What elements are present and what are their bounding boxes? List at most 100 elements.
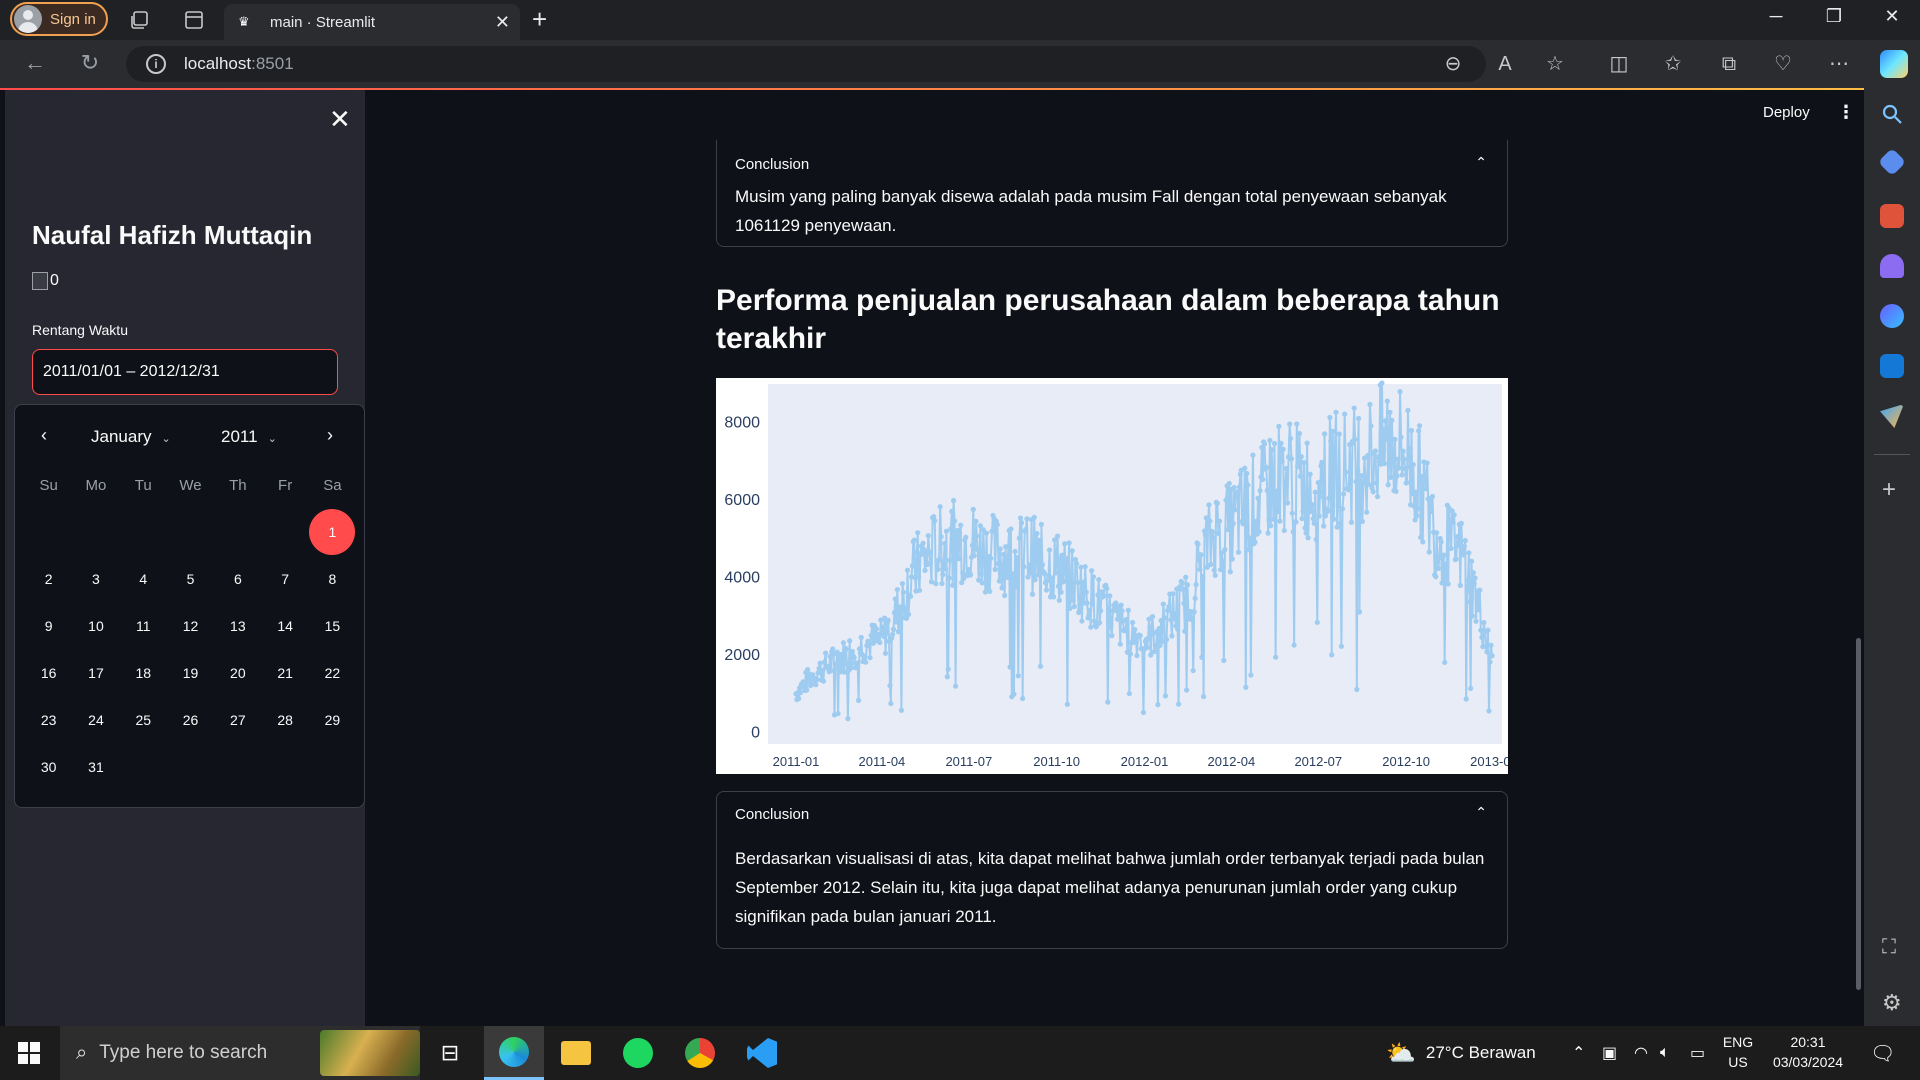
shopping-tag-icon[interactable]: [1877, 147, 1907, 177]
calendar-day[interactable]: 21: [261, 650, 308, 697]
calendar-day[interactable]: 23: [25, 697, 72, 744]
chevron-up-icon[interactable]: ⌃: [1475, 804, 1487, 821]
calendar-day[interactable]: 4: [120, 556, 167, 603]
data-point: [1402, 466, 1408, 472]
battery-icon[interactable]: ▭: [1690, 1026, 1705, 1080]
prev-month-icon[interactable]: ‹: [41, 425, 47, 446]
calendar-day[interactable]: 26: [167, 697, 214, 744]
calendar-day[interactable]: 8: [309, 556, 356, 603]
address-bar[interactable]: i localhost:8501: [126, 46, 1486, 82]
conclusion-expander-1[interactable]: Conclusion ⌃ Musim yang paling banyak di…: [716, 140, 1508, 247]
volume-icon[interactable]: 🔈︎: [1660, 1026, 1670, 1080]
month-select[interactable]: January ⌄: [91, 427, 171, 447]
read-aloud-icon[interactable]: A: [1492, 52, 1518, 78]
calendar-day[interactable]: 5: [167, 556, 214, 603]
show-hidden-icons[interactable]: ⌃: [1572, 1026, 1585, 1080]
calendar-day[interactable]: 7: [261, 556, 308, 603]
restore-icon[interactable]: ❐: [1814, 6, 1854, 27]
data-point: [1016, 535, 1022, 541]
tab-actions-icon[interactable]: [182, 8, 206, 32]
notifications-icon[interactable]: 🗨︎: [1870, 1026, 1895, 1080]
search-icon[interactable]: [1880, 102, 1904, 126]
send-drop-icon[interactable]: [1880, 404, 1904, 428]
browser-essentials-icon[interactable]: ♡: [1770, 52, 1796, 78]
screenshot-icon[interactable]: ⛶: [1882, 936, 1896, 959]
refresh-icon[interactable]: ↻: [75, 50, 105, 76]
calendar-day[interactable]: 10: [72, 603, 119, 650]
calendar-day[interactable]: 16: [25, 650, 72, 697]
expander-title[interactable]: Conclusion: [735, 806, 809, 823]
games-chess-icon[interactable]: [1880, 254, 1904, 278]
data-point: [1442, 561, 1449, 567]
copilot-icon[interactable]: [1880, 50, 1908, 78]
tools-briefcase-icon[interactable]: [1880, 204, 1904, 228]
split-screen-icon[interactable]: ◫: [1606, 52, 1632, 78]
expander-title[interactable]: Conclusion: [735, 156, 809, 173]
calendar-day[interactable]: 17: [72, 650, 119, 697]
data-point: [1030, 567, 1036, 573]
calendar-day[interactable]: 25: [120, 697, 167, 744]
calendar-day[interactable]: 6: [214, 556, 261, 603]
calendar-day[interactable]: 11: [120, 603, 167, 650]
calendar-day[interactable]: 24: [72, 697, 119, 744]
calendar-day[interactable]: 13: [214, 603, 261, 650]
meet-now-icon[interactable]: ▣: [1602, 1026, 1617, 1080]
tab-close-icon[interactable]: ✕: [495, 12, 510, 33]
calendar-day[interactable]: 20: [214, 650, 261, 697]
calendar-day[interactable]: 9: [25, 603, 72, 650]
calendar-day[interactable]: 18: [120, 650, 167, 697]
vscode-icon[interactable]: [732, 1026, 792, 1080]
year-select[interactable]: 2011 ⌄: [221, 427, 277, 447]
calendar-day[interactable]: 22: [309, 650, 356, 697]
chrome-icon[interactable]: [670, 1026, 730, 1080]
back-arrow-icon[interactable]: ←: [20, 50, 50, 76]
zoom-out-icon[interactable]: ⊖: [1440, 52, 1466, 78]
tab-main-streamlit[interactable]: ♛ main · Streamlit ✕: [224, 4, 520, 40]
more-options-icon[interactable]: ⋯: [1826, 52, 1852, 78]
settings-gear-icon[interactable]: ⚙: [1882, 990, 1902, 1016]
collections-icon[interactable]: ⧉: [1716, 52, 1742, 78]
calendar-day[interactable]: 1: [309, 509, 356, 556]
sign-in-button[interactable]: Sign in: [10, 2, 108, 36]
taskbar-search[interactable]: ⌕ Type here to search: [60, 1026, 420, 1080]
main-menu-icon[interactable]: ⋮: [1837, 102, 1855, 123]
workspaces-icon[interactable]: [128, 8, 152, 32]
weather-widget[interactable]: ⛅ 27°C Berawan: [1386, 1026, 1536, 1080]
file-explorer-icon[interactable]: [546, 1026, 606, 1080]
favorites-icon[interactable]: ✩: [1660, 52, 1686, 78]
spotify-icon[interactable]: [608, 1026, 668, 1080]
calendar-day[interactable]: 3: [72, 556, 119, 603]
window-close-icon[interactable]: ✕: [1872, 6, 1912, 27]
calendar-day[interactable]: 31: [72, 744, 119, 791]
favorite-star-icon[interactable]: ☆: [1542, 52, 1568, 78]
calendar-day[interactable]: 30: [25, 744, 72, 791]
outlook-icon[interactable]: [1880, 354, 1904, 378]
microsoft-365-icon[interactable]: [1880, 304, 1904, 328]
clock[interactable]: 20:31 03/03/2024: [1762, 1034, 1854, 1070]
wifi-icon[interactable]: ◠: [1634, 1026, 1648, 1080]
site-info-icon[interactable]: i: [146, 54, 166, 74]
task-view-icon[interactable]: ⊟: [420, 1026, 480, 1080]
calendar-day[interactable]: 12: [167, 603, 214, 650]
main-scrollbar[interactable]: [1856, 638, 1861, 990]
calendar-day[interactable]: 14: [261, 603, 308, 650]
calendar-day[interactable]: 27: [214, 697, 261, 744]
windows-start-icon[interactable]: [18, 1042, 40, 1064]
calendar-day[interactable]: 19: [167, 650, 214, 697]
edge-app-icon[interactable]: [484, 1026, 544, 1080]
add-icon[interactable]: +: [1882, 476, 1896, 504]
url-text[interactable]: localhost:8501: [184, 54, 294, 74]
calendar-day[interactable]: 29: [309, 697, 356, 744]
calendar-day[interactable]: 28: [261, 697, 308, 744]
minimize-icon[interactable]: ─: [1756, 6, 1796, 27]
calendar-day[interactable]: 2: [25, 556, 72, 603]
chevron-up-icon[interactable]: ⌃: [1475, 154, 1487, 171]
date-range-input[interactable]: 2011/01/01 – 2012/12/31: [32, 349, 338, 395]
calendar-day[interactable]: 15: [309, 603, 356, 650]
deploy-button[interactable]: Deploy: [1763, 104, 1810, 121]
language-indicator[interactable]: ENG US: [1718, 1034, 1758, 1070]
sidebar-close-icon[interactable]: ✕: [329, 104, 351, 135]
conclusion-expander-2[interactable]: Conclusion ⌃ Berdasarkan visualisasi di …: [716, 791, 1508, 949]
next-month-icon[interactable]: ›: [327, 425, 333, 446]
new-tab-button[interactable]: +: [532, 4, 547, 34]
